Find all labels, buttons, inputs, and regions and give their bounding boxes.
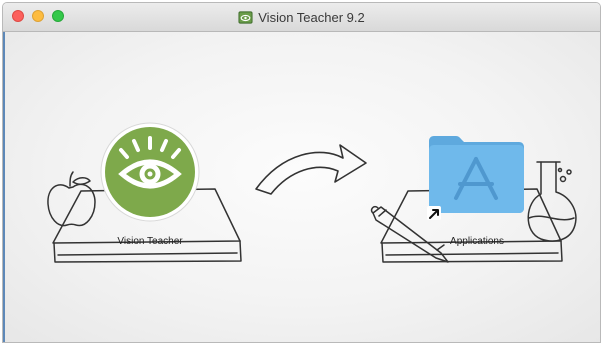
hand-drawn-arrow-icon [255,144,367,195]
window-left-edge [3,32,5,342]
window-title: Vision Teacher 9.2 [258,9,365,25]
app-label: Vision Teacher [117,236,183,247]
flask-sketch [527,161,577,242]
apple-sketch [47,171,96,227]
applications-folder-button[interactable] [427,136,525,220]
dmg-content-area: Vision Teacher Applications [3,32,600,342]
finder-window: Vision Teacher 9.2 Vision Teacher Applic… [2,2,601,343]
vision-teacher-title-icon [238,10,253,24]
title-bar[interactable]: Vision Teacher 9.2 [3,3,600,32]
vision-teacher-app-button[interactable] [100,123,200,223]
applications-label: Applications [450,236,504,247]
